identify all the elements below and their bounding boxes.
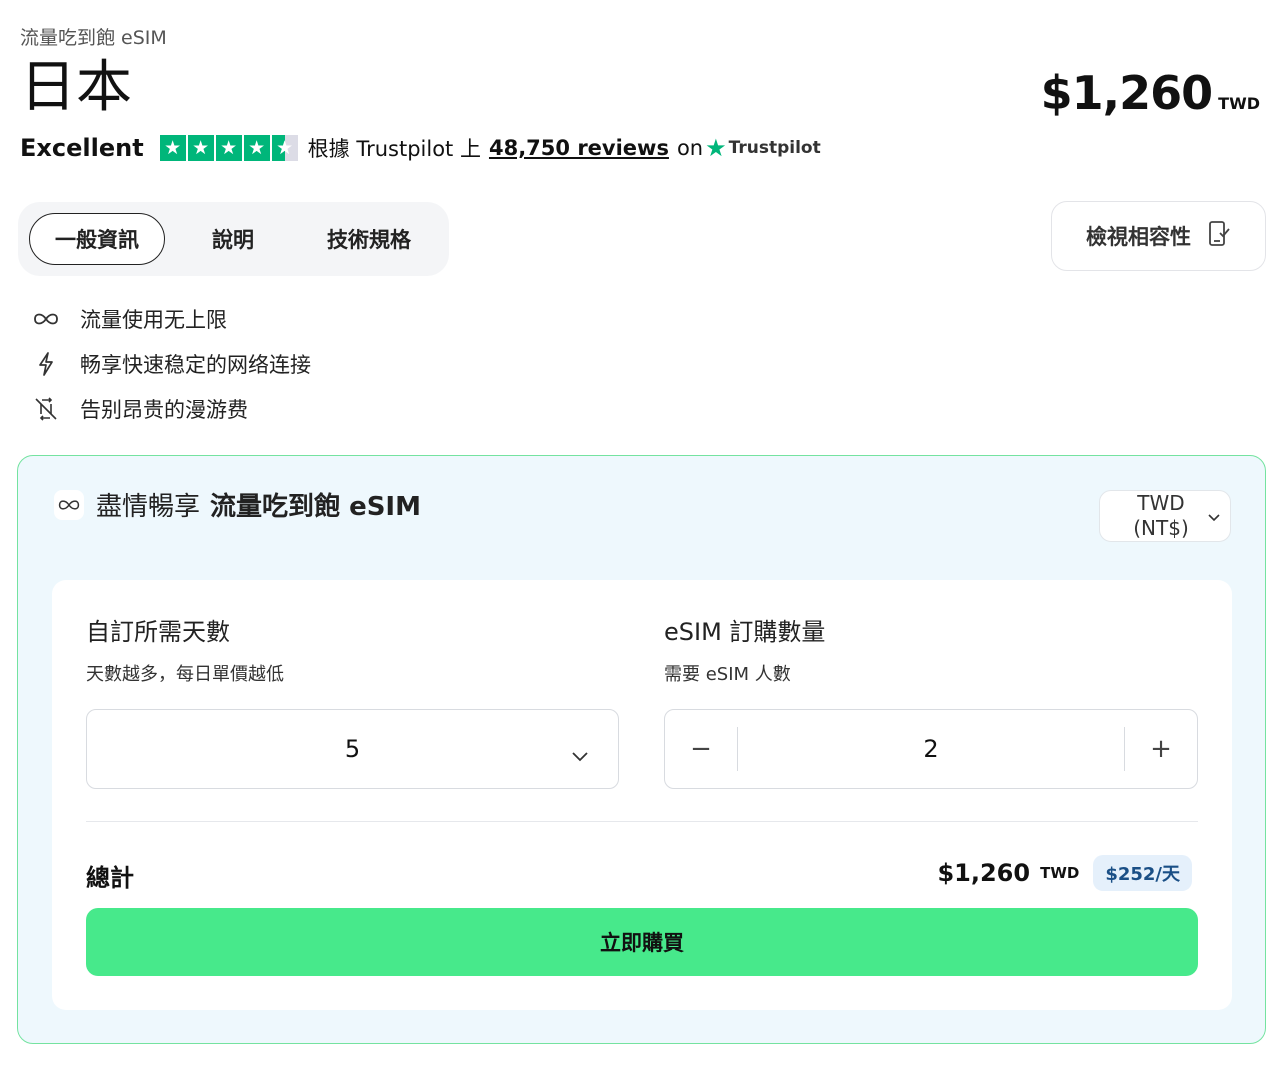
check-compatibility-button[interactable]: 檢視相容性 [1051, 201, 1266, 271]
star-icon: ★ [187, 135, 214, 161]
star-icon: ★ [159, 135, 186, 161]
star-icon: ★ [215, 135, 242, 161]
days-value: 5 [344, 735, 361, 763]
order-panel: 自訂所需天數 天數越多，每日單價越低 eSIM 訂購數量 需要 eSIM 人數 … [52, 580, 1232, 1010]
feature-text: 畅享快速稳定的网络连接 [80, 352, 311, 377]
phone-check-icon [1207, 220, 1231, 253]
currency-select[interactable]: TWD (NT$) [1099, 490, 1231, 542]
page-title: 日本 [20, 55, 132, 120]
no-roaming-icon [30, 396, 62, 422]
rating-stars: ★ ★ ★ ★ ★ [159, 135, 298, 161]
trustpilot-rating: Excellent ★ ★ ★ ★ ★ 根據 Trustpilot 上 48,7… [20, 131, 821, 165]
decrement-button[interactable]: − [665, 710, 737, 788]
infinity-icon [54, 489, 84, 520]
days-subtitle: 天數越多，每日單價越低 [86, 664, 284, 685]
plan-title: 盡情暢享 流量吃到飽 eSIM [54, 486, 421, 523]
feature-list: 流量使用无上限 畅享快速稳定的网络连接 告别昂贵的漫游费 [30, 296, 311, 431]
tab-tech-specs[interactable]: 技術規格 [301, 213, 437, 265]
rating-label: Excellent [20, 134, 144, 162]
plan-card: 盡情暢享 流量吃到飽 eSIM TWD (NT$) 自訂所需天數 天數越多，每日… [17, 455, 1266, 1044]
rating-text: 根據 Trustpilot 上 [307, 137, 481, 161]
infinity-icon [30, 311, 62, 327]
quantity-subtitle: 需要 eSIM 人數 [664, 664, 791, 685]
feature-item: 流量使用无上限 [30, 296, 311, 341]
currency-value: TWD (NT$) [1133, 491, 1189, 540]
feature-item: 告别昂贵的漫游费 [30, 386, 311, 431]
total-currency: TWD [1040, 864, 1080, 882]
star-icon: ★ [243, 135, 270, 161]
price-amount: $1,260 [1040, 66, 1214, 120]
increment-button[interactable]: + [1125, 710, 1197, 788]
quantity-title: eSIM 訂購數量 [664, 618, 826, 646]
price-currency: TWD [1218, 94, 1260, 113]
header-price: $1,260 TWD [1041, 66, 1260, 120]
days-title: 自訂所需天數 [86, 618, 230, 646]
trustpilot-logo[interactable]: Trustpilot [729, 138, 821, 158]
tab-general-info[interactable]: 一般資訊 [29, 213, 165, 265]
reviews-link[interactable]: 48,750 reviews [489, 136, 669, 160]
plan-title-light: 盡情暢享 [96, 492, 201, 522]
half-star-icon: ★ [271, 135, 298, 161]
divider [86, 821, 1198, 822]
on-text: on [676, 136, 704, 160]
product-subtitle: 流量吃到飽 eSIM [20, 27, 167, 49]
feature-item: 畅享快速稳定的网络连接 [30, 341, 311, 386]
quantity-stepper: − 2 + [664, 709, 1198, 789]
feature-text: 告别昂贵的漫游费 [80, 397, 248, 422]
chevron-down-icon [1208, 507, 1220, 526]
days-select[interactable]: 5 [86, 709, 619, 789]
per-day-badge: $252/天 [1093, 855, 1192, 891]
tab-description[interactable]: 說明 [165, 213, 301, 265]
trustpilot-star-icon: ★ [705, 134, 727, 162]
lightning-icon [30, 351, 62, 377]
total-price: $1,260 TWD $252/天 [937, 855, 1192, 891]
chevron-down-icon [572, 740, 588, 768]
plan-title-bold: 流量吃到飽 eSIM [210, 492, 421, 522]
info-tabs: 一般資訊 說明 技術規格 [18, 202, 449, 276]
quantity-value[interactable]: 2 [738, 735, 1124, 763]
feature-text: 流量使用无上限 [80, 307, 227, 332]
buy-now-button[interactable]: 立即購買 [86, 908, 1198, 976]
compat-label: 檢視相容性 [1086, 225, 1191, 249]
total-label: 總計 [86, 864, 134, 892]
total-amount: $1,260 [937, 859, 1031, 887]
